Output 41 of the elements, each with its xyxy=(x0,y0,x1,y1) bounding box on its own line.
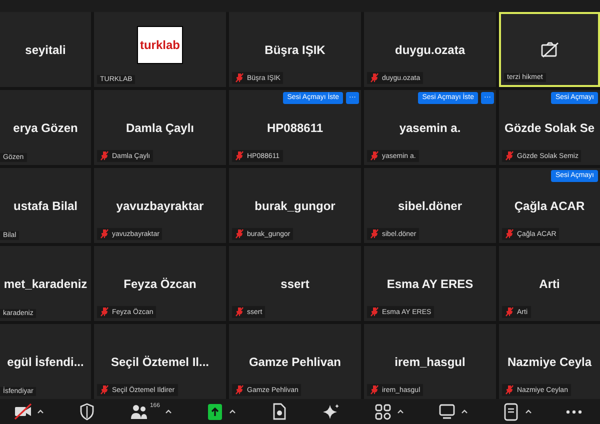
note-icon xyxy=(502,402,520,420)
participant-name: Nazmiye Ceyla xyxy=(507,354,592,368)
participant-name: erya Gözen xyxy=(13,120,78,134)
board-button[interactable] xyxy=(438,402,456,420)
participant-name: sibel.döner xyxy=(398,198,462,212)
participant-name: yavuzbayraktar xyxy=(116,198,204,212)
participant-name: Esma AY ERES xyxy=(386,276,474,290)
participant-name: seyitali xyxy=(25,42,66,56)
participant-name: Gözde Solak Se xyxy=(504,120,595,134)
shield-button[interactable] xyxy=(78,402,96,420)
logo-picture: turklab xyxy=(137,26,183,64)
participant-name: Çağla ACAR xyxy=(514,198,585,212)
people-icon xyxy=(130,402,148,420)
participant-name: burak_gungor xyxy=(254,198,336,212)
participant-name: irem_hasgul xyxy=(394,354,466,368)
shield-icon xyxy=(78,402,96,420)
participant-name: Gamze Pehlivan xyxy=(248,354,342,368)
sparkle-icon xyxy=(322,402,340,420)
participant-name: Seçil Öztemel Il... xyxy=(110,354,210,368)
more-icon xyxy=(566,410,582,414)
participant-name: met_karadeniz xyxy=(4,276,88,290)
camera-off-icon xyxy=(14,402,32,420)
participant-name: HP088611 xyxy=(266,120,324,134)
apps-grid-icon xyxy=(374,402,392,420)
sparkle-button[interactable] xyxy=(322,402,340,420)
camera-off-icon xyxy=(540,42,560,58)
participant-name: Feyza Özcan xyxy=(124,276,196,290)
participant-name: yasemin a. xyxy=(399,120,461,134)
participant-name: Damla Çaylı xyxy=(126,120,194,134)
participant-name: Arti xyxy=(539,276,560,290)
camera-off-button[interactable] xyxy=(14,402,32,420)
participant-name: Büşra IŞIK xyxy=(264,42,326,56)
participant-name: egül İsfendi... xyxy=(7,354,84,368)
share-arrow-button[interactable] xyxy=(206,402,224,420)
participant-name: ustafa Bilal xyxy=(13,198,78,212)
participant-name: ssert xyxy=(280,276,310,290)
board-icon xyxy=(438,402,456,420)
apps-grid-button[interactable] xyxy=(374,402,392,420)
participant-name: duygu.ozata xyxy=(394,42,465,56)
more-button[interactable] xyxy=(566,410,582,414)
note-button[interactable] xyxy=(502,402,520,420)
